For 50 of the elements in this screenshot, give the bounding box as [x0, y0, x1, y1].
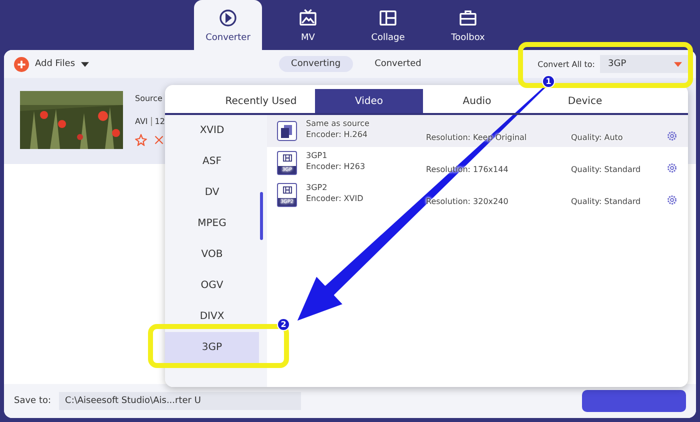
format-tab[interactable]: Video: [315, 89, 423, 113]
save-to-label: Save to:: [14, 396, 52, 406]
quality-text: Quality: Auto: [571, 132, 624, 142]
settings-icon[interactable]: [666, 130, 678, 142]
play-icon: [218, 8, 238, 28]
add-files-button[interactable]: Add Files: [14, 56, 90, 72]
format-item[interactable]: DV: [165, 177, 259, 208]
settings-icon[interactable]: [666, 162, 678, 174]
format-item[interactable]: OGV: [165, 270, 259, 301]
preset-name: 3GP1: [306, 151, 328, 160]
sparkle-icon[interactable]: [135, 134, 147, 146]
preset-name: 3GP2: [306, 183, 328, 192]
view-tab[interactable]: Converting: [279, 56, 353, 72]
nav-tab[interactable]: Converter: [194, 0, 262, 50]
format-item[interactable]: ASF: [165, 146, 259, 177]
convert-all-label: Convert All to:: [538, 60, 595, 68]
size-text: 12: [154, 117, 165, 126]
cut-icon[interactable]: [153, 134, 165, 146]
add-icon: [14, 56, 29, 72]
nav-tab[interactable]: MV: [268, 0, 348, 50]
settings-icon[interactable]: [666, 194, 678, 206]
save-path-field[interactable]: C:\Aiseesoft Studio\Ais...rter U: [59, 392, 302, 410]
caret-icon: [81, 62, 90, 66]
encoder-text: Encoder: H.264: [306, 130, 368, 139]
format-text: AVI: [135, 117, 148, 126]
format-item[interactable]: 3GP: [165, 332, 259, 363]
toolbox-icon: [458, 8, 478, 28]
format-dropdown[interactable]: 3GP: [600, 55, 690, 73]
quality-text: Quality: Standard: [571, 196, 642, 206]
view-tab[interactable]: Converted: [362, 56, 434, 72]
format-tab[interactable]: Device: [531, 89, 639, 113]
caret-icon: [674, 62, 682, 66]
format-item[interactable]: MPEG: [165, 208, 259, 239]
tv-icon: [298, 8, 318, 28]
film-icon: [282, 186, 292, 194]
nav-tab[interactable]: Toolbox: [428, 0, 508, 50]
format-item[interactable]: VOB: [165, 239, 259, 270]
nav-tab[interactable]: Collage: [348, 0, 428, 50]
layout-icon: [378, 8, 398, 28]
format-tab[interactable]: Recently Used: [207, 89, 315, 113]
film-icon: [282, 154, 292, 162]
quality-text: Quality: Standard: [571, 164, 642, 174]
copy-icon: [277, 121, 297, 141]
preset-name: Same as source: [306, 119, 370, 128]
format-item[interactable]: XVID: [165, 115, 259, 146]
encoder-text: Encoder: H263: [306, 162, 366, 171]
source-label: Source: [135, 94, 164, 103]
encoder-text: Encoder: XVID: [306, 194, 364, 203]
scrollbar[interactable]: [260, 192, 263, 240]
format-tab[interactable]: Audio: [423, 89, 531, 113]
